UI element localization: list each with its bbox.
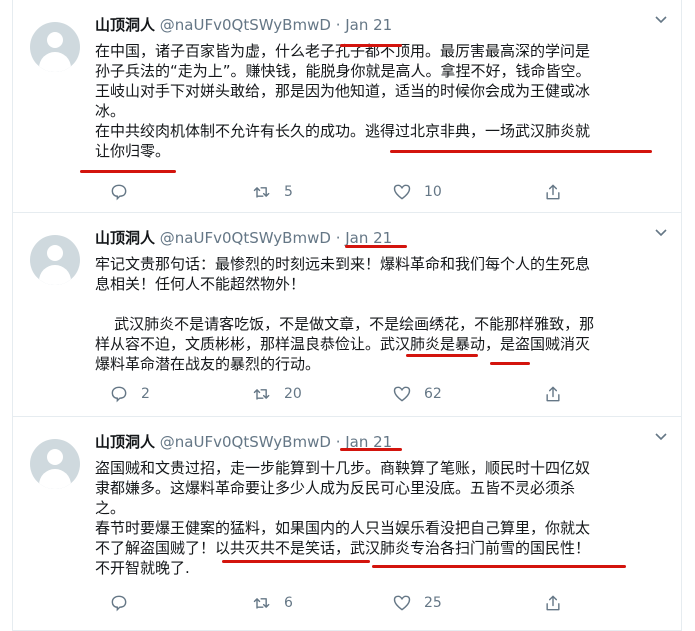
retweet-button[interactable]: 20 (252, 382, 302, 406)
text-line: 息相关！任何人不能超然物外！ (95, 275, 306, 293)
tweet[interactable]: 山顶洞人 @naUFv0QtSWyBmwD · Jan 21 牢记文贵那句话：最… (12, 213, 682, 417)
text-line: 样从容不迫，文质彬彬，那样温良恭俭让。武汉肺炎是暴动，是盗国贼消灭 (95, 335, 591, 353)
heart-icon (393, 595, 411, 611)
like-button[interactable]: 10 (392, 180, 442, 204)
tweet-text: 盗国贼和文贵过招，走一步能算到十几步。商鞅算了笔账，顺民时十四亿奴 隶都嫌多。这… (95, 458, 671, 578)
reply-icon (111, 184, 127, 201)
retweet-icon (253, 187, 270, 198)
annotation-underline (340, 44, 402, 47)
separator-dot: · (335, 229, 341, 247)
user-handle[interactable]: @naUFv0QtSWyBmwD (160, 433, 331, 451)
tweet-text: 在中国，诸子百家皆为虚，什么老子孔子都不顶用。最厉害最高深的学问是 孙子兵法的“… (95, 41, 671, 161)
tweet-feed: 山顶洞人 @naUFv0QtSWyBmwD · Jan 21 在中国，诸子百家皆… (0, 0, 695, 631)
like-button[interactable]: 62 (392, 382, 442, 406)
chevron-down-icon[interactable] (655, 433, 667, 441)
user-handle[interactable]: @naUFv0QtSWyBmwD (160, 229, 331, 247)
reply-icon (111, 595, 127, 612)
text-line: 不了解盗国贼了！以共灭共不是笑话，武汉肺炎专治各扫门前雪的国民性！ (95, 539, 591, 557)
display-name[interactable]: 山顶洞人 (95, 229, 155, 247)
annotation-underline (390, 150, 652, 153)
text-line: 爆料革命潜在战友的暴烈的行动。 (95, 355, 321, 373)
like-count: 25 (424, 595, 442, 611)
avatar[interactable] (30, 22, 80, 72)
text-line: 冰。 (95, 102, 126, 120)
display-name[interactable]: 山顶洞人 (95, 433, 155, 451)
share-icon (546, 386, 560, 402)
display-name[interactable]: 山顶洞人 (95, 16, 155, 34)
text-line: 隶都嫌多。这爆料革命要让多少人成为反民可心里没底。五皆不灵必须杀 (95, 479, 576, 497)
chevron-down-icon[interactable] (655, 16, 667, 24)
separator-dot: · (335, 16, 341, 34)
annotation-underline (340, 448, 402, 451)
avatar[interactable] (30, 235, 80, 285)
retweet-count: 5 (284, 184, 293, 200)
like-count: 62 (424, 386, 442, 402)
text-line: 不开智就晚了. (95, 559, 190, 577)
like-button[interactable]: 25 (392, 591, 442, 615)
avatar[interactable] (30, 439, 80, 489)
text-line (95, 294, 671, 314)
user-handle[interactable]: @naUFv0QtSWyBmwD (160, 16, 331, 34)
reply-button[interactable] (109, 591, 141, 615)
annotation-underline (80, 170, 176, 173)
annotation-underline (372, 565, 626, 568)
text-line: 武汉肺炎不是请客吃饭，不是做文章，不是绘画绣花，不能那样雅致，那 (95, 315, 595, 333)
tweet-date[interactable]: Jan 21 (345, 16, 392, 34)
like-count: 10 (424, 184, 442, 200)
annotation-underline (222, 560, 370, 563)
retweet-icon (253, 389, 270, 400)
tweet-actions: 5 10 (95, 180, 575, 204)
text-line: 牢记文贵那句话：最惨烈的时刻远未到来！爆料革命和我们每个人的生死息 (95, 255, 591, 273)
share-icon (546, 595, 560, 611)
reply-count: 2 (141, 386, 150, 402)
retweet-count: 20 (284, 386, 302, 402)
tweet-header: 山顶洞人 @naUFv0QtSWyBmwD · Jan 21 (95, 14, 392, 35)
text-line: 春节时要爆王健案的猛料，如果国内的人只当娱乐看没把自己算里，你就太 (95, 519, 591, 537)
text-line: 之。 (95, 499, 126, 517)
tweet-text: 牢记文贵那句话：最惨烈的时刻远未到来！爆料革命和我们每个人的生死息 息相关！任何… (95, 254, 671, 374)
chevron-down-icon[interactable] (655, 229, 667, 237)
heart-icon (393, 184, 411, 200)
retweet-icon (253, 598, 270, 609)
share-button[interactable] (543, 180, 563, 204)
tweet-actions: 2 20 62 (95, 382, 575, 406)
annotation-underline (345, 245, 407, 248)
reply-button[interactable] (109, 180, 141, 204)
text-line: 在中共绞肉机体制不允许有长久的成功。逃得过北京非典，一场武汉肺炎就 (95, 122, 591, 140)
annotation-underline (406, 354, 478, 357)
tweet-actions: 6 25 (95, 591, 575, 615)
share-icon (546, 184, 560, 200)
heart-icon (393, 386, 411, 402)
tweet[interactable]: 山顶洞人 @naUFv0QtSWyBmwD · Jan 21 在中国，诸子百家皆… (12, 0, 682, 213)
annotation-underline (490, 362, 530, 365)
reply-button[interactable]: 2 (109, 382, 150, 406)
text-line: 盗国贼和文贵过招，走一步能算到十几步。商鞅算了笔账，顺民时十四亿奴 (95, 459, 591, 477)
retweet-button[interactable]: 5 (252, 180, 293, 204)
text-line: 孙子兵法的“走为上”。赚快钱，能脱身你就是高人。拿捏不好，钱命皆空。 (95, 62, 591, 80)
retweet-count: 6 (284, 595, 293, 611)
reply-icon (111, 386, 127, 403)
text-line: 王岐山对手下对姘头敢给，那是因为他知道，适当的时候你会成为王健或冰 (95, 82, 591, 100)
share-button[interactable] (543, 591, 563, 615)
share-button[interactable] (543, 382, 563, 406)
retweet-button[interactable]: 6 (252, 591, 293, 615)
